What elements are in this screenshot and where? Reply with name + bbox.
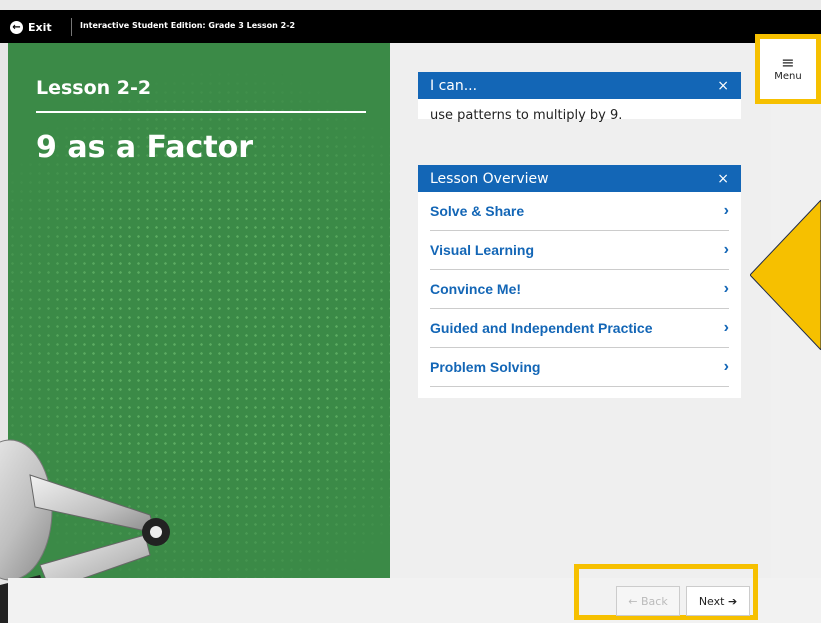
chevron-right-icon: › (723, 358, 729, 375)
overview-item-label: Convince Me! (430, 281, 522, 297)
i-can-card: I can... × use patterns to multiply by 9… (418, 72, 741, 123)
menu-label: Menu (774, 71, 802, 82)
hamburger-icon: ≡ (781, 53, 795, 72)
chevron-right-icon: › (723, 241, 729, 258)
back-label: Back (641, 594, 668, 608)
overview-item-label: Solve & Share (430, 203, 525, 219)
overview-item-label: Guided and Independent Practice (430, 320, 653, 336)
menu-button[interactable]: ≡ Menu (755, 34, 821, 104)
chevron-right-icon: › (723, 202, 729, 219)
overview-item-problem-solving[interactable]: Problem Solving › (430, 348, 729, 387)
next-label: Next (698, 594, 725, 608)
lesson-overview-card: Lesson Overview × Solve & Share › Visual … (418, 165, 741, 398)
close-icon[interactable]: × (717, 171, 729, 187)
overview-item-convince-me[interactable]: Convince Me! › (430, 270, 729, 309)
lesson-number: Lesson 2-2 (36, 77, 152, 99)
close-icon[interactable]: × (717, 78, 729, 94)
i-can-text: use patterns to multiply by 9. (430, 108, 623, 123)
chevron-right-icon: › (723, 319, 729, 336)
arrow-left-circle-icon: ← (10, 20, 23, 34)
pointer-arrow (750, 200, 821, 350)
chevron-right-icon: › (723, 280, 729, 297)
overview-item-solve-share[interactable]: Solve & Share › (430, 192, 729, 231)
lesson-overview-header: Lesson Overview × (418, 165, 741, 192)
exit-label: Exit (28, 20, 52, 34)
arrow-right-icon: ➔ (724, 594, 738, 608)
lesson-overview-list: Solve & Share › Visual Learning › Convince… (418, 192, 741, 387)
divider (71, 18, 72, 36)
arrow-left-icon: ← (628, 594, 641, 608)
exit-button[interactable]: ← Exit (10, 20, 52, 34)
overview-item-visual-learning[interactable]: Visual Learning › (430, 231, 729, 270)
top-bar: ← Exit Interactive Student Edition: Grad… (0, 10, 821, 43)
i-can-header: I can... × (418, 72, 741, 99)
breadcrumb: Interactive Student Edition: Grade 3 Les… (80, 21, 296, 30)
lesson-title: 9 as a Factor (36, 130, 254, 165)
title-rule (36, 111, 366, 113)
overview-item-label: Problem Solving (430, 359, 541, 375)
lesson-overview-title: Lesson Overview (430, 170, 549, 187)
i-can-title: I can... (430, 77, 478, 94)
back-button[interactable]: ← Back (616, 586, 680, 616)
overview-item-guided-practice[interactable]: Guided and Independent Practice › (430, 309, 729, 348)
next-button[interactable]: Next ➔ (686, 586, 750, 616)
overview-item-label: Visual Learning (430, 242, 534, 258)
